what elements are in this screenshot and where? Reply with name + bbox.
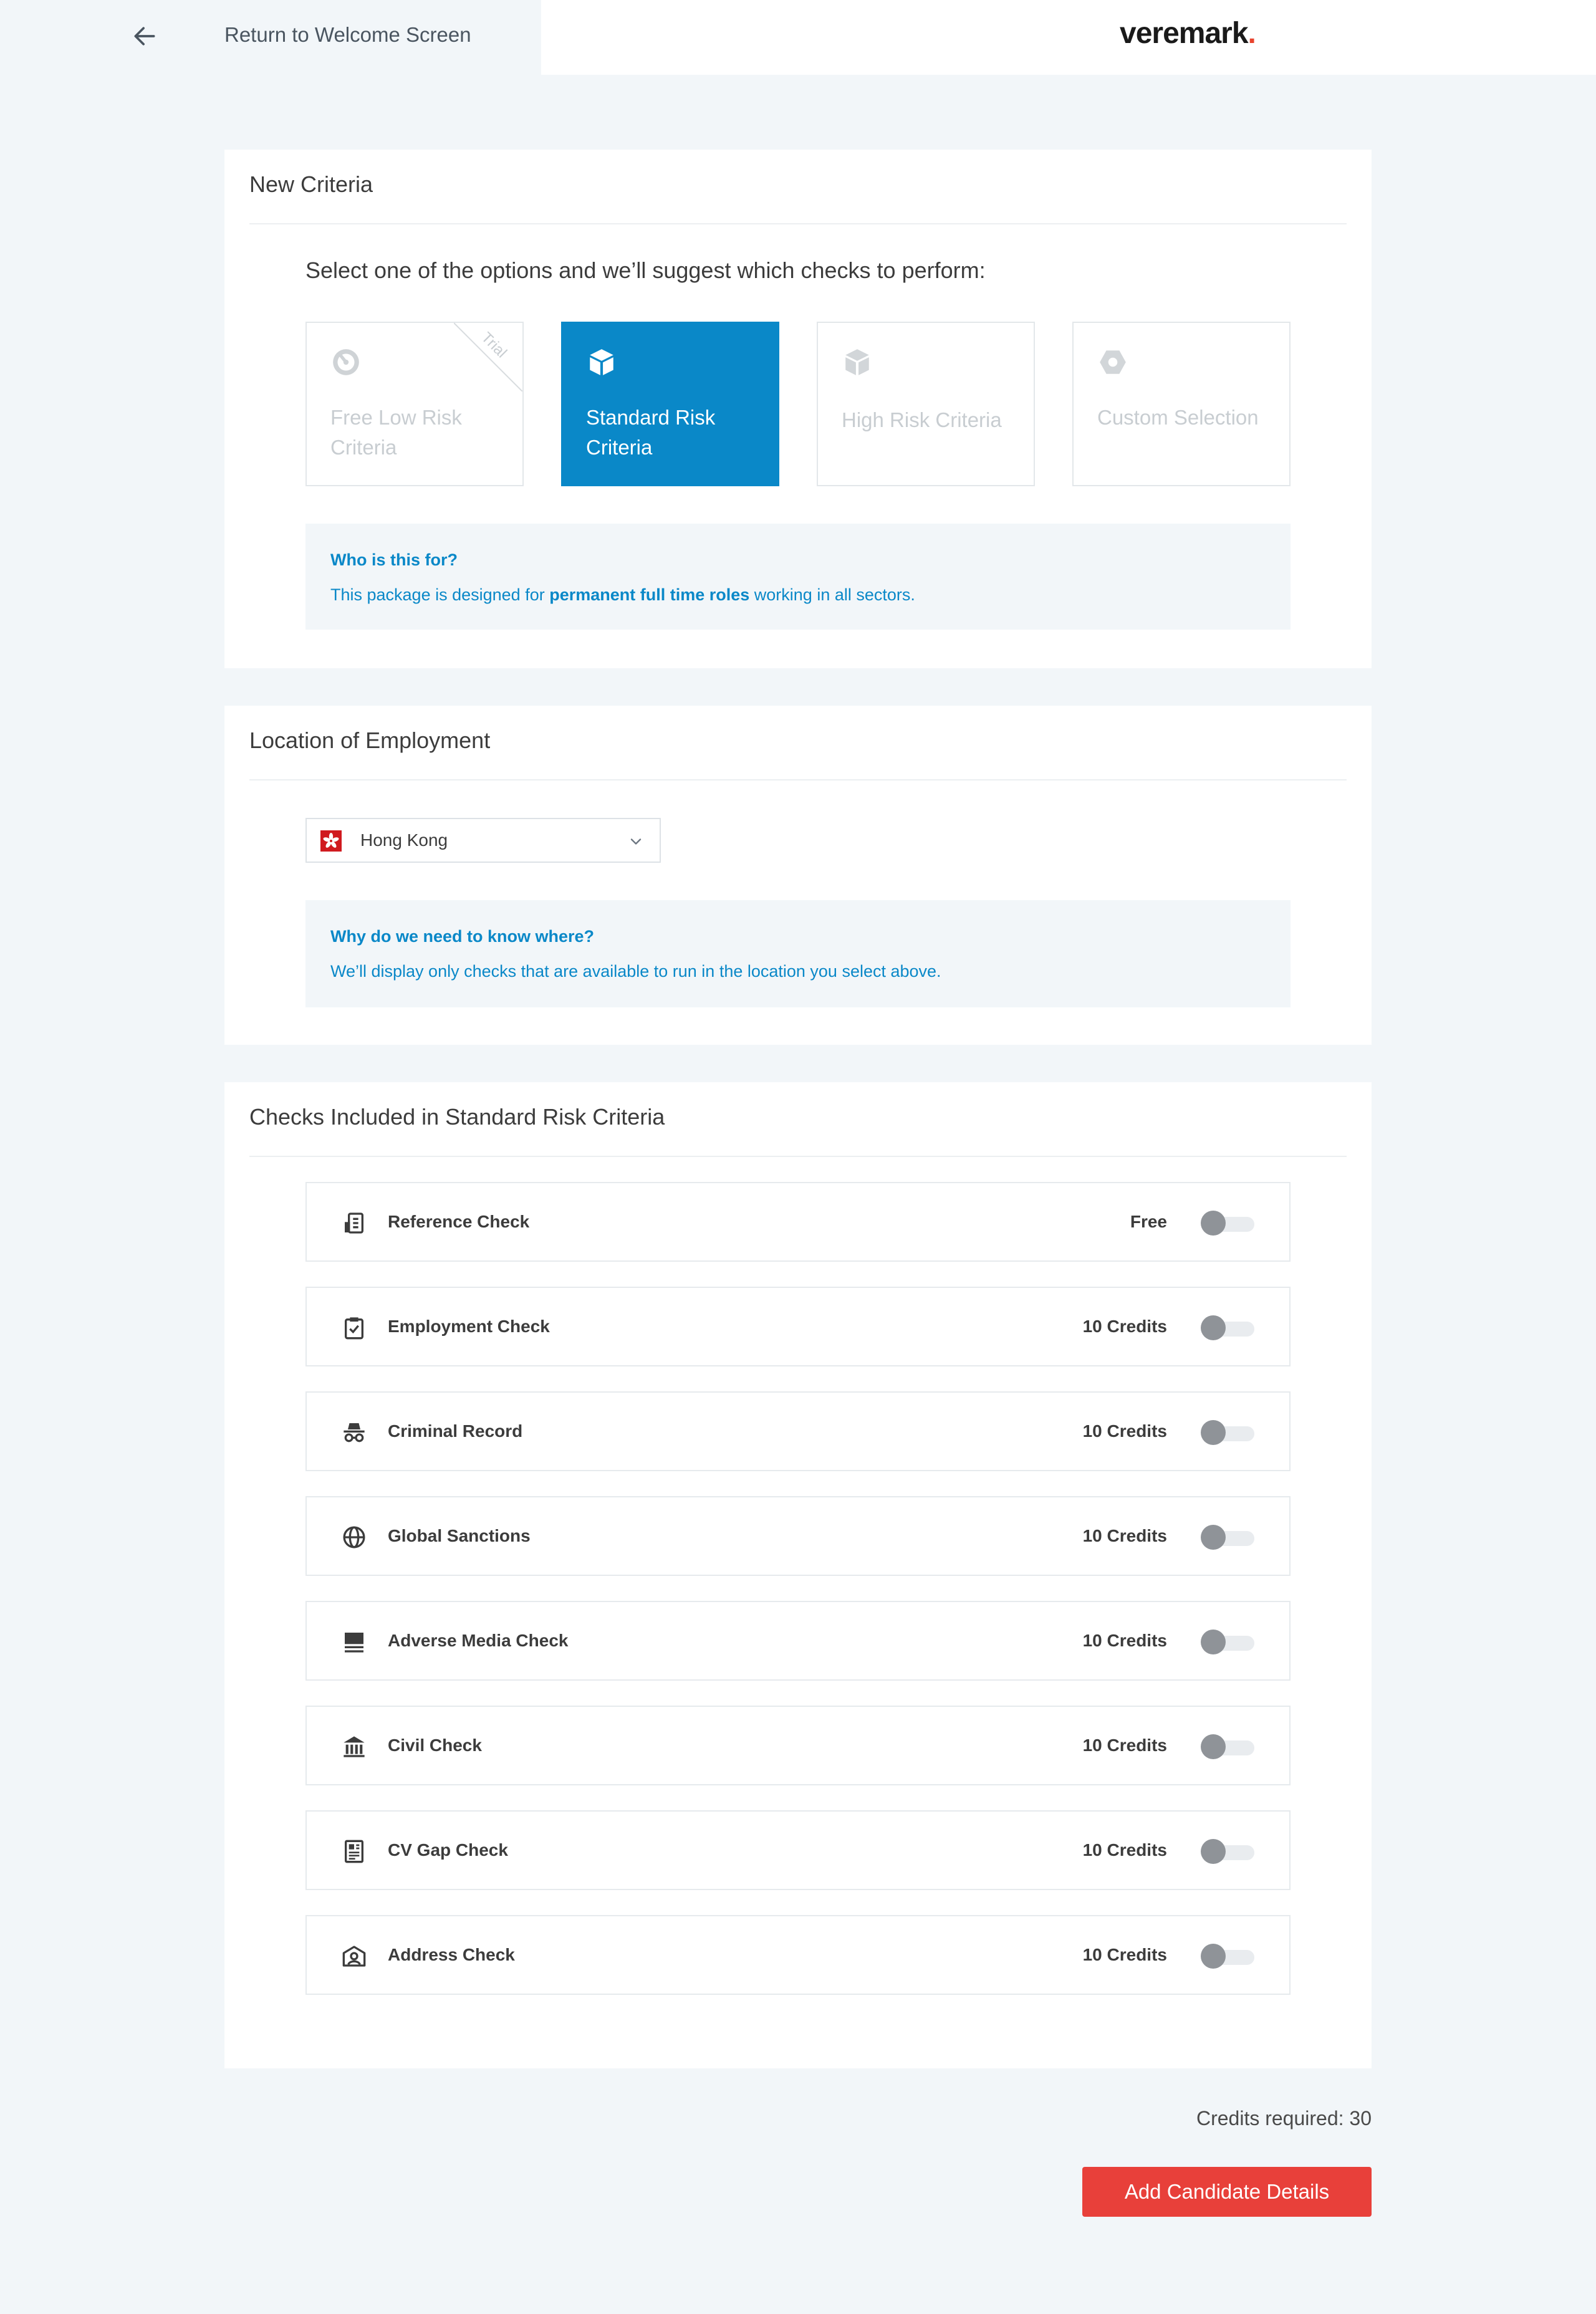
- info-title: Why do we need to know where?: [330, 927, 595, 946]
- option-standard-risk[interactable]: Standard Risk Criteria: [561, 322, 779, 486]
- globe-icon: [343, 1526, 365, 1548]
- add-candidate-details-button[interactable]: Add Candidate Details: [1082, 2167, 1372, 2217]
- incognito-icon: [344, 1423, 365, 1443]
- criteria-card: New Criteria Select one of the options a…: [224, 150, 1372, 668]
- location-info-box: Why do we need to know where? We’ll disp…: [305, 900, 1291, 1007]
- option-custom-selection[interactable]: Custom Selection: [1072, 322, 1291, 486]
- check-row-cv-gap: CV Gap Check 10 Credits: [305, 1810, 1291, 1890]
- country-select-value: Hong Kong: [360, 830, 448, 850]
- location-card: Location of Employment Hong Kong Why do …: [224, 706, 1372, 1045]
- document-icon: [345, 1840, 363, 1863]
- check-name: Employment Check: [388, 1317, 550, 1336]
- check-toggle[interactable]: [1201, 1524, 1254, 1551]
- check-row-employment: Employment Check 10 Credits: [305, 1287, 1291, 1366]
- check-name: CV Gap Check: [388, 1840, 508, 1860]
- check-price: Free: [1130, 1212, 1167, 1231]
- cube-icon: [845, 349, 869, 375]
- criteria-card-title: New Criteria: [249, 171, 373, 197]
- top-bar: Return to Welcome Screen veremark.: [0, 0, 1596, 75]
- check-toggle[interactable]: [1201, 1314, 1254, 1342]
- criteria-prompt: Select one of the options and we’ll sugg…: [305, 257, 986, 283]
- address-icon: [342, 1946, 366, 1967]
- criteria-info-box: Who is this for? This package is designe…: [305, 524, 1291, 630]
- divider: [249, 779, 1347, 780]
- check-price: 10 Credits: [1082, 1317, 1167, 1336]
- gauge-icon: [333, 349, 359, 375]
- check-row-global-sanctions: Global Sanctions 10 Credits: [305, 1496, 1291, 1576]
- option-label: Free Low Risk Criteria: [330, 406, 462, 459]
- location-card-title: Location of Employment: [249, 727, 491, 753]
- check-price: 10 Credits: [1082, 1526, 1167, 1545]
- check-name: Address Check: [388, 1945, 515, 1964]
- check-name: Reference Check: [388, 1212, 530, 1231]
- check-row-criminal: Criminal Record 10 Credits: [305, 1391, 1291, 1471]
- check-row-reference: Reference Check Free: [305, 1182, 1291, 1262]
- option-label: Custom Selection: [1097, 406, 1259, 429]
- check-name: Global Sanctions: [388, 1526, 531, 1545]
- clipboard-check-icon: [345, 1317, 363, 1340]
- check-name: Civil Check: [388, 1736, 482, 1755]
- divider: [249, 223, 1347, 224]
- newspaper-icon: [345, 1633, 363, 1653]
- country-select[interactable]: Hong Kong: [305, 818, 661, 863]
- check-toggle[interactable]: [1201, 1733, 1254, 1760]
- check-row-address: Address Check 10 Credits: [305, 1915, 1291, 1995]
- hexagon-icon: [1100, 350, 1126, 374]
- credits-required: Credits required: 30: [1196, 2107, 1372, 2129]
- trial-ribbon: Trial: [454, 323, 522, 391]
- reference-icon: [345, 1212, 363, 1234]
- check-price: 10 Credits: [1082, 1945, 1167, 1964]
- check-toggle[interactable]: [1201, 1942, 1254, 1970]
- checks-card-title: Checks Included in Standard Risk Criteri…: [249, 1104, 665, 1130]
- brand-logo: veremark.: [1120, 17, 1256, 50]
- return-to-welcome-link[interactable]: Return to Welcome Screen: [224, 22, 471, 47]
- check-row-civil: Civil Check 10 Credits: [305, 1706, 1291, 1785]
- option-label: Standard Risk Criteria: [586, 406, 716, 459]
- option-high-risk[interactable]: High Risk Criteria: [817, 322, 1035, 486]
- check-toggle[interactable]: [1201, 1419, 1254, 1446]
- top-bar-nav: Return to Welcome Screen: [0, 0, 541, 75]
- option-label: High Risk Criteria: [842, 408, 1002, 431]
- option-free-low-risk[interactable]: Trial Free Low Risk Criteria: [305, 322, 524, 486]
- check-toggle[interactable]: [1201, 1628, 1254, 1656]
- check-toggle[interactable]: [1201, 1209, 1254, 1237]
- info-title: Who is this for?: [330, 550, 458, 569]
- info-text: This package is designed for permanent f…: [330, 585, 915, 604]
- bank-icon: [344, 1736, 365, 1757]
- check-row-adverse-media: Adverse Media Check 10 Credits: [305, 1601, 1291, 1681]
- divider: [249, 1156, 1347, 1157]
- check-name: Criminal Record: [388, 1421, 523, 1441]
- info-text: We’ll display only checks that are avail…: [330, 962, 941, 981]
- checks-card: Checks Included in Standard Risk Criteri…: [224, 1082, 1372, 2068]
- check-name: Adverse Media Check: [388, 1631, 569, 1650]
- back-arrow-icon[interactable]: [131, 22, 158, 50]
- hong-kong-flag-icon: [320, 830, 342, 852]
- cube-icon: [590, 349, 613, 375]
- check-price: 10 Credits: [1082, 1840, 1167, 1860]
- chevron-down-icon: [630, 838, 642, 845]
- check-price: 10 Credits: [1082, 1736, 1167, 1755]
- check-toggle[interactable]: [1201, 1838, 1254, 1865]
- brand-bar: veremark.: [541, 0, 1596, 75]
- check-price: 10 Credits: [1082, 1631, 1167, 1650]
- check-price: 10 Credits: [1082, 1421, 1167, 1441]
